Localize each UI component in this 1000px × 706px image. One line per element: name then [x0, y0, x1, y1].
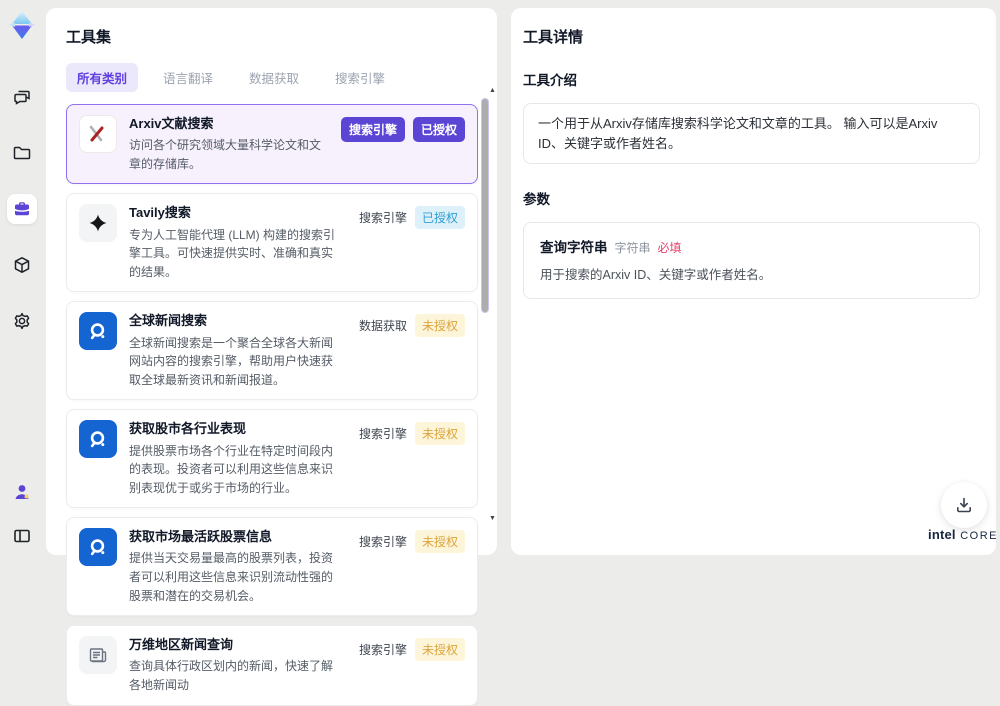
intro-text-box: 一个用于从Arxiv存储库搜索科学论文和文章的工具。 输入可以是Arxiv ID… [523, 103, 980, 164]
tool-description: 专为人工智能代理 (LLM) 构建的搜索引擎工具。可快速提供实时、准确和真实的结… [129, 227, 336, 279]
sidebar-item-account[interactable] [7, 477, 37, 507]
tool-category-label: 搜索引擎 [358, 535, 407, 550]
tool-auth-badge: 未授权 [414, 314, 465, 338]
scrollbar-up-arrow[interactable]: ▲ [488, 86, 497, 95]
intel-core-logo: intel CORE [928, 527, 998, 542]
tool-card[interactable]: Tavily搜索 专为人工智能代理 (LLM) 构建的搜索引擎工具。可快速提供实… [66, 193, 478, 293]
tool-auth-badge: 已授权 [414, 206, 465, 230]
tool-name: 万维地区新闻查询 [129, 637, 234, 653]
chat-icon [12, 87, 32, 107]
param-required-flag: 必填 [657, 241, 682, 255]
tool-category-label: 数据获取 [358, 319, 407, 334]
tool-card[interactable]: 全球新闻搜索 全球新闻搜索是一个聚合全球各大新闻网站内容的搜索引擎，帮助用户快速… [66, 301, 478, 401]
sidebar-item-tools[interactable] [7, 194, 37, 224]
user-icon [12, 482, 32, 502]
tool-card[interactable]: 获取市场最活跃股票信息 提供当天交易量最高的股票列表，投资者可以利用这些信息来识… [66, 517, 478, 617]
page-title: 工具集 [66, 29, 112, 46]
news-search-logo-icon [79, 420, 117, 459]
tool-card[interactable]: Arxiv文献搜索 访问各个研究领域大量科学论文和文章的存储库。 搜索引擎 已授… [66, 104, 478, 185]
sidebar-item-chat[interactable] [7, 82, 37, 112]
panel-toggle-icon [12, 526, 32, 546]
params-heading: 参数 [523, 192, 550, 207]
tool-name: Tavily搜索 [129, 205, 191, 221]
param-card: 查询字符串 字符串 必填 用于搜索的Arxiv ID、关键字或作者姓名。 [523, 222, 980, 299]
tool-category-label: 搜索引擎 [358, 211, 407, 226]
download-button[interactable] [941, 482, 987, 528]
sidebar-item-files[interactable] [7, 138, 37, 168]
tool-name: 全球新闻搜索 [129, 313, 208, 329]
tool-category-label: 搜索引擎 [358, 643, 407, 658]
newspaper-icon [79, 636, 117, 675]
download-icon [954, 495, 974, 515]
tool-detail-panel: 工具详情 工具介绍 一个用于从Arxiv存储库搜索科学论文和文章的工具。 输入可… [511, 8, 996, 555]
tool-card[interactable]: 万维地区新闻查询 查询具体行政区划内的新闻，快速了解各地新闻动 搜索引擎 未授权 [66, 625, 478, 706]
tool-auth-badge: 已授权 [412, 117, 465, 142]
tool-auth-badge: 未授权 [414, 422, 465, 446]
tool-category-label: 搜索引擎 [340, 117, 405, 142]
news-search-logo-icon [79, 528, 117, 567]
toolset-panel: 工具集 所有类别 语言翻译 数据获取 搜索引擎 Arxiv文献搜索 访问各个研究领域大… [46, 8, 497, 706]
category-tab[interactable]: 数据获取 [238, 63, 310, 92]
tool-auth-badge: 未授权 [414, 638, 465, 662]
tool-category-label: 搜索引擎 [358, 427, 407, 442]
arxiv-logo-icon [79, 115, 117, 153]
category-tab[interactable]: 语言翻译 [152, 63, 224, 92]
sidebar-item-collapse[interactable] [7, 521, 37, 551]
category-tab[interactable]: 搜索引擎 [324, 63, 396, 92]
tool-description: 全球新闻搜索是一个聚合全球各大新闻网站内容的搜索引擎，帮助用户快速获取全球最新资… [129, 335, 334, 387]
tool-name: 获取股市各行业表现 [129, 421, 247, 437]
tool-description: 访问各个研究领域大量科学论文和文章的存储库。 [129, 138, 322, 171]
scrollbar-thumb[interactable] [481, 98, 489, 313]
tool-list: Arxiv文献搜索 访问各个研究领域大量科学论文和文章的存储库。 搜索引擎 已授… [66, 104, 478, 706]
category-tabs: 所有类别 语言翻译 数据获取 搜索引擎 [66, 63, 497, 92]
detail-title: 工具详情 [523, 29, 584, 46]
tool-card[interactable]: 获取股市各行业表现 提供股票市场各个行业在特定时间段内的表现。投资者可以利用这些… [66, 409, 478, 509]
gear-icon [12, 311, 32, 331]
briefcase-icon [12, 199, 32, 219]
category-tab[interactable]: 所有类别 [66, 63, 139, 92]
param-type: 字符串 [614, 241, 651, 255]
tool-name: 获取市场最活跃股票信息 [129, 529, 273, 545]
param-name: 查询字符串 [540, 240, 608, 255]
app-rail [0, 0, 44, 563]
intro-heading: 工具介绍 [523, 73, 577, 88]
sidebar-item-settings[interactable] [7, 306, 37, 336]
tool-description: 提供股票市场各个行业在特定时间段内的表现。投资者可以利用这些信息来识别表现优于或… [129, 443, 334, 495]
scrollbar-down-arrow[interactable]: ▼ [488, 514, 497, 523]
tool-name: Arxiv文献搜索 [129, 116, 214, 131]
tavily-star-icon [79, 204, 117, 243]
tool-auth-badge: 未授权 [414, 530, 465, 554]
tool-description: 查询具体行政区划内的新闻，快速了解各地新闻动 [129, 659, 334, 693]
news-search-logo-icon [79, 312, 117, 351]
param-description: 用于搜索的Arxiv ID、关键字或作者姓名。 [540, 268, 772, 282]
folder-icon [12, 143, 32, 163]
app-logo-gem-icon[interactable] [5, 8, 39, 42]
tool-description: 提供当天交易量最高的股票列表，投资者可以利用这些信息来识别流动性强的股票和潜在的… [129, 551, 334, 603]
sidebar-item-models[interactable] [7, 250, 37, 280]
cube-icon [12, 255, 32, 275]
